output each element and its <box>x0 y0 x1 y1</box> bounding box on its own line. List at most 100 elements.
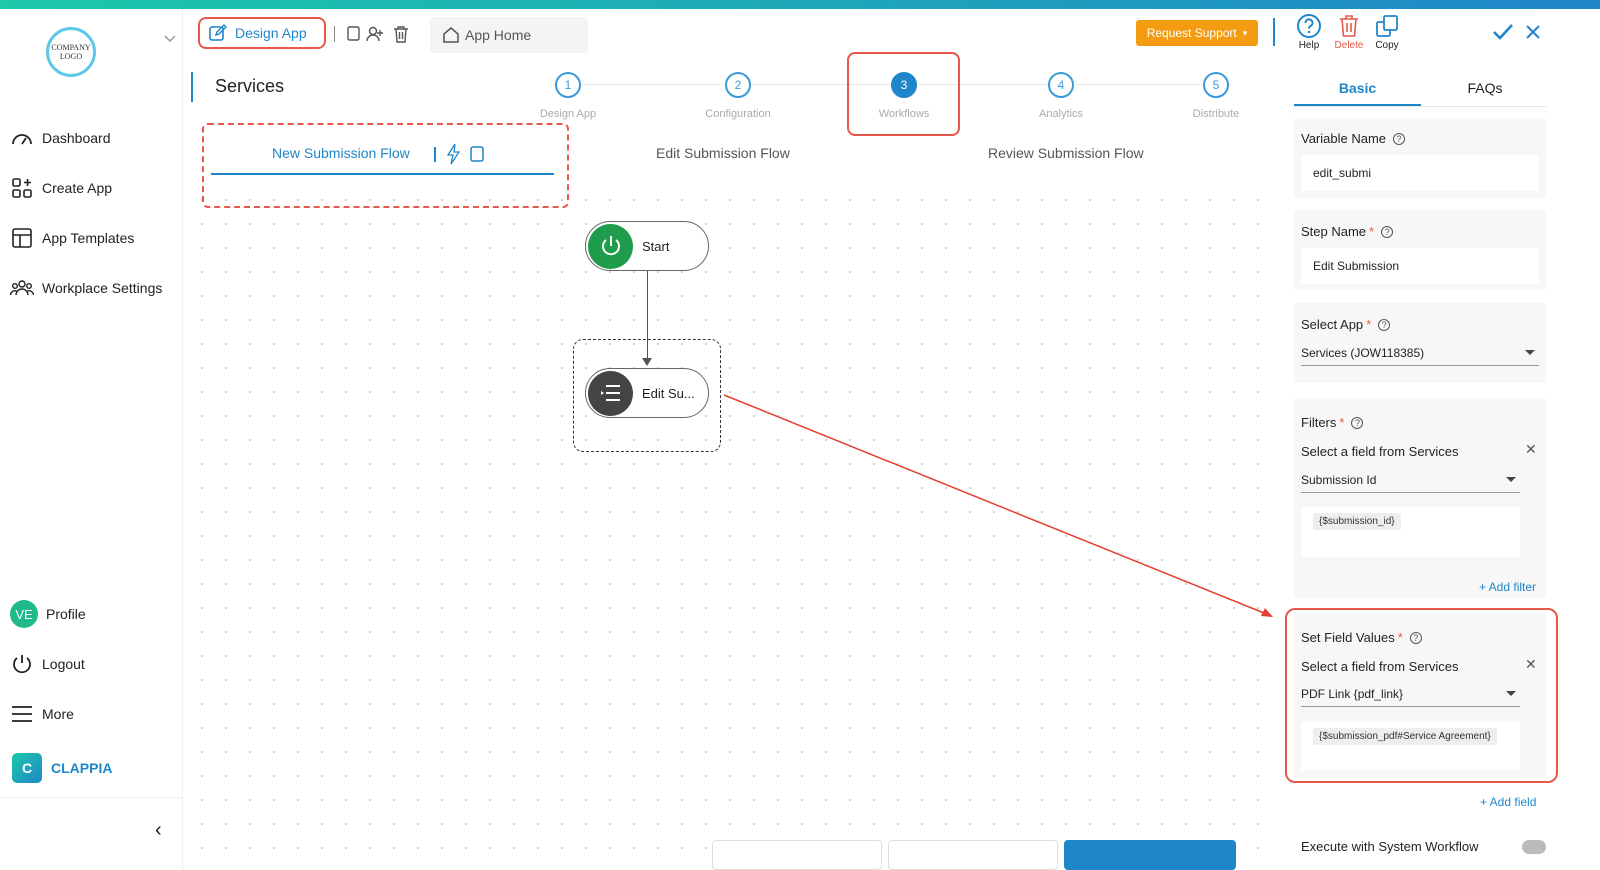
step-number: 1 <box>555 72 581 98</box>
active-tab-underline <box>211 173 554 175</box>
sfv-field-dropdown[interactable]: PDF Link {pdf_link} <box>1301 681 1520 707</box>
delete-label: Delete <box>1334 40 1364 51</box>
required-mark: * <box>1339 415 1345 430</box>
collapse-sidebar-icon[interactable]: ‹ <box>155 819 162 842</box>
copy-button[interactable]: Copy <box>1372 12 1402 51</box>
filter-value-input[interactable]: {$submission_id} <box>1301 507 1520 557</box>
caret-down-icon <box>1525 350 1535 355</box>
step-number: 5 <box>1203 72 1229 98</box>
sfv-value-input[interactable]: {$submission_pdf#Service Agreement} <box>1301 722 1520 770</box>
remove-field-icon[interactable]: ✕ <box>1525 656 1537 673</box>
sidebar-item-create-app[interactable]: Create App <box>10 176 112 200</box>
step-configuration[interactable]: 2 Configuration <box>688 72 788 120</box>
help-circle-icon[interactable]: ? <box>1409 631 1422 644</box>
step-analytics[interactable]: 4 Analytics <box>1011 72 1111 120</box>
help-button[interactable]: Help <box>1294 12 1324 51</box>
execute-system-workflow-toggle[interactable] <box>1522 840 1546 854</box>
close-icon[interactable] <box>1524 22 1542 42</box>
sidebar-item-label: Profile <box>46 606 86 622</box>
sidebar-item-label: Dashboard <box>42 130 111 146</box>
request-support-label: Request Support <box>1146 26 1237 40</box>
filter-value-chip: {$submission_id} <box>1313 513 1401 530</box>
help-label: Help <box>1298 40 1320 51</box>
design-app-button[interactable]: Design App <box>198 17 326 49</box>
request-support-button[interactable]: Request Support ▾ <box>1136 20 1258 46</box>
users-icon <box>10 276 34 300</box>
required-mark: * <box>1397 630 1403 645</box>
check-icon[interactable] <box>1492 22 1514 42</box>
filter-field-value: Submission Id <box>1301 472 1377 487</box>
trash-icon[interactable] <box>391 24 411 44</box>
lightning-icon[interactable] <box>446 143 460 165</box>
step-name-label: Step Name *? <box>1301 224 1394 239</box>
tab-faqs[interactable]: FAQs <box>1425 80 1545 96</box>
tab-review-submission-flow[interactable]: Review Submission Flow <box>988 145 1144 161</box>
set-field-values-text: Set Field Values <box>1301 630 1395 645</box>
chevron-down-icon[interactable] <box>164 35 176 43</box>
workflow-canvas[interactable] <box>190 188 1262 870</box>
execute-system-workflow-label: Execute with System Workflow <box>1301 839 1479 854</box>
variable-name-label: Variable Name? <box>1301 131 1406 146</box>
sidebar-item-label: More <box>42 706 74 722</box>
sidebar: COMPANY LOGO Dashboard Create App App Te… <box>0 9 183 870</box>
tab-new-submission-flow[interactable]: New Submission Flow <box>272 145 410 161</box>
clappia-brand[interactable]: C CLAPPIA <box>12 753 112 783</box>
add-field-link[interactable]: + Add field <box>1480 795 1536 809</box>
clappia-logo-icon: C <box>12 753 42 783</box>
help-circle-icon[interactable]: ? <box>1378 318 1391 331</box>
required-mark: * <box>1366 317 1372 332</box>
variable-name-input[interactable]: edit_submi <box>1301 155 1539 191</box>
sidebar-item-app-templates[interactable]: App Templates <box>10 226 134 250</box>
caret-down-icon <box>1506 691 1516 696</box>
sidebar-item-more[interactable]: More <box>10 702 74 726</box>
copy-label: Copy <box>1375 40 1399 51</box>
copy-app-icon[interactable] <box>343 24 363 44</box>
copy-icon[interactable] <box>469 146 484 162</box>
caret-down-icon <box>1506 477 1516 482</box>
delete-button[interactable]: Delete <box>1332 12 1366 51</box>
step-design-app[interactable]: 1 Design App <box>518 72 618 120</box>
step-distribute[interactable]: 5 Distribute <box>1166 72 1266 120</box>
home-icon <box>443 27 459 43</box>
app-home-button[interactable]: App Home <box>430 17 588 53</box>
edit-list-icon <box>588 370 633 416</box>
help-circle-icon[interactable]: ? <box>1381 225 1394 238</box>
help-circle-icon[interactable]: ? <box>1351 416 1364 429</box>
template-icon <box>10 226 34 250</box>
filters-text: Filters <box>1301 415 1337 430</box>
company-logo-text: COMPANY LOGO <box>51 43 91 61</box>
edit-icon <box>209 24 227 41</box>
tab-edit-submission-flow[interactable]: Edit Submission Flow <box>656 145 790 161</box>
add-user-icon[interactable] <box>365 24 385 44</box>
select-app-dropdown[interactable]: Services (JOW118385) <box>1301 340 1539 366</box>
select-app-text: Select App <box>1301 317 1364 332</box>
tab-basic[interactable]: Basic <box>1294 80 1421 96</box>
step-name-input[interactable]: Edit Submission <box>1301 248 1539 284</box>
caret-down-icon: ▾ <box>1242 27 1248 38</box>
bottom-primary-button[interactable] <box>1064 840 1236 870</box>
filter-field-dropdown[interactable]: Submission Id <box>1301 467 1520 493</box>
sidebar-item-logout[interactable]: Logout <box>10 652 85 676</box>
step-label: Configuration <box>705 108 771 120</box>
sidebar-item-label: Workplace Settings <box>42 280 163 296</box>
sidebar-item-workplace-settings[interactable]: Workplace Settings <box>10 276 162 300</box>
variable-name-text: Variable Name <box>1301 131 1387 146</box>
remove-filter-icon[interactable]: ✕ <box>1525 441 1537 458</box>
title-accent <box>191 72 193 102</box>
start-node[interactable]: Start <box>585 221 709 271</box>
sidebar-item-profile[interactable]: VE Profile <box>10 600 86 628</box>
step-label: Analytics <box>1038 108 1084 120</box>
set-field-values-label: Set Field Values *? <box>1301 630 1422 645</box>
tab-separator <box>434 146 436 162</box>
select-app-label: Select App *? <box>1301 317 1391 332</box>
select-app-value: Services (JOW118385) <box>1301 345 1425 360</box>
bottom-button[interactable] <box>712 840 882 870</box>
bottom-button[interactable] <box>888 840 1058 870</box>
company-logo[interactable]: COMPANY LOGO <box>46 27 96 77</box>
edit-submission-node[interactable]: Edit Su... <box>585 368 709 418</box>
filters-select-label: Select a field from Services <box>1301 444 1459 459</box>
sidebar-item-dashboard[interactable]: Dashboard <box>10 126 111 150</box>
help-circle-icon[interactable]: ? <box>1393 132 1406 145</box>
add-filter-link[interactable]: + Add filter <box>1479 580 1536 594</box>
workflows-step-highlight <box>847 52 960 136</box>
